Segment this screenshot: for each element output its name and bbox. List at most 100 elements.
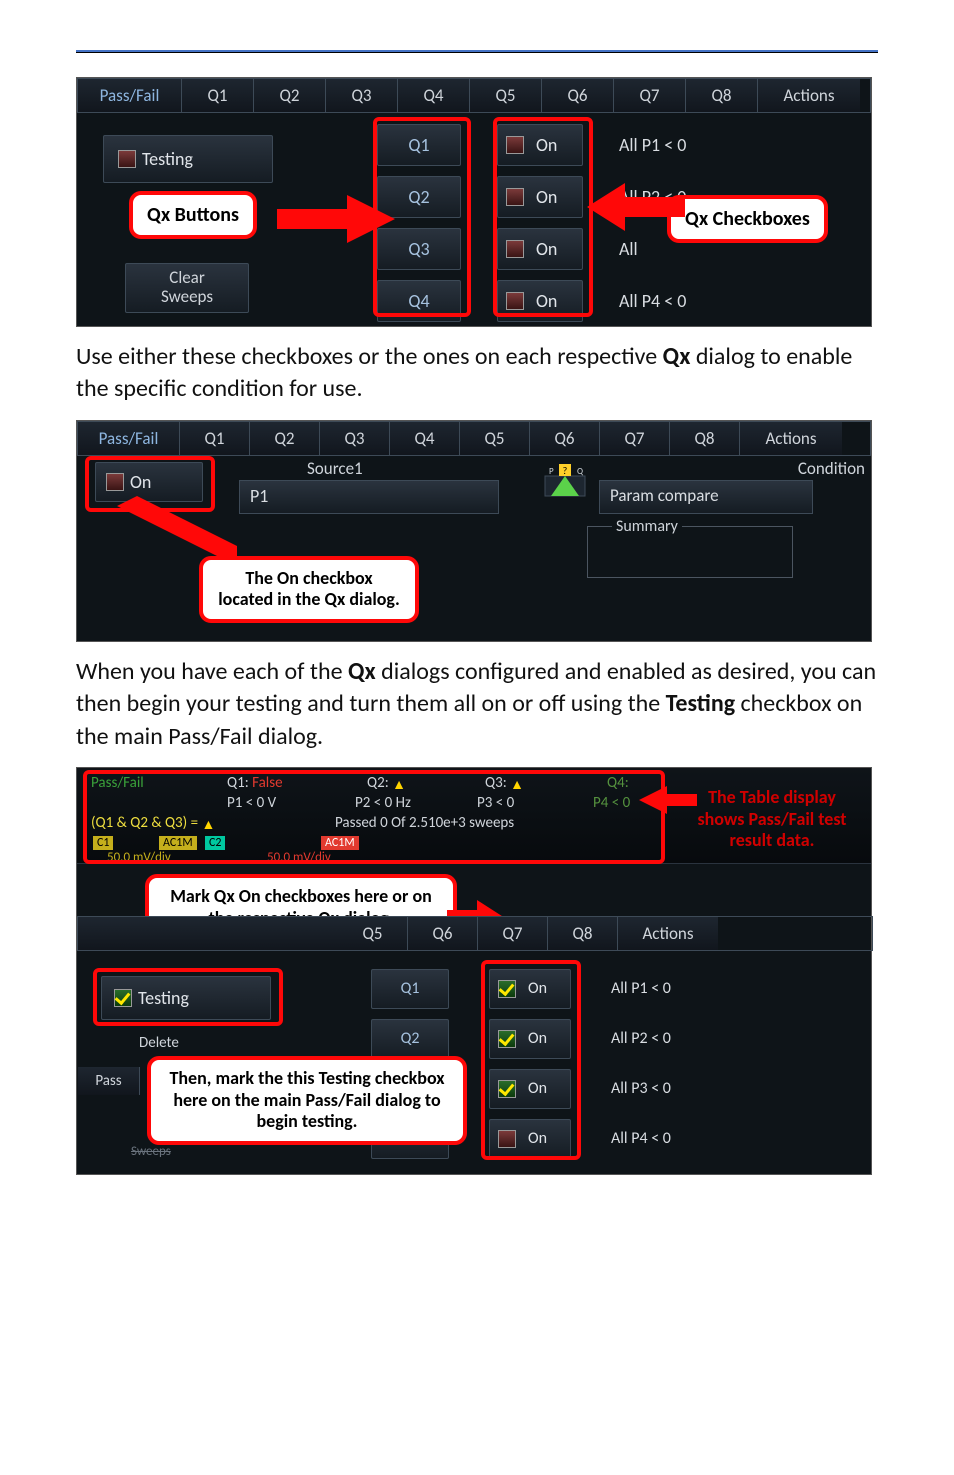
on-label: On [528,1029,547,1048]
q4-on-checkbox[interactable]: On [497,280,583,322]
svg-text:P: P [549,466,554,477]
source-label: Source1 [307,458,363,479]
q2-on-checkbox[interactable]: On [489,1019,571,1059]
on-label: On [536,290,557,312]
tab-q2[interactable]: Q2 [250,422,320,455]
tab-q6[interactable]: Q6 [542,79,614,112]
q1-on-checkbox[interactable]: On [489,969,571,1009]
checkbox-icon [498,1080,516,1098]
sweeps-label: Sweeps [131,1144,171,1159]
tab-q6[interactable]: Q6 [530,422,600,455]
tab-passfail[interactable]: Pass/Fail [78,79,182,112]
q2-label: Q2: [367,774,406,792]
warning-icon [510,776,524,790]
text: When you have each of the [76,657,348,686]
testing-checkbox[interactable]: Testing [103,135,273,183]
testing-checkbox[interactable]: Testing [101,976,271,1020]
tab-q7[interactable]: Q7 [600,422,670,455]
p2-cond: P2 < 0 Hz [355,794,411,812]
q3-on-checkbox[interactable]: On [489,1069,571,1109]
tab-q6[interactable]: Q6 [408,917,478,950]
tab-bar: Pass/Fail Q1 Q2 Q3 Q4 Q5 Q6 Q7 Q8 Action… [77,78,871,113]
condition-label: Condition [798,458,865,479]
on-checkbox[interactable]: On [95,462,203,502]
condition-value[interactable]: Param compare [599,480,813,514]
checkbox-icon [506,188,524,206]
passfail-main-panel: Pass/Fail Q1 Q2 Q3 Q4 Q5 Q6 Q7 Q8 Action… [76,77,872,327]
q3-on-checkbox[interactable]: On [497,228,583,270]
clear-line2: Sweeps [126,288,248,307]
summary-groupbox: Summary [587,526,793,578]
callout-table-display: The Table display shows Pass/Fail test r… [673,776,871,863]
tab-q4[interactable]: Q4 [390,422,460,455]
tab-q1[interactable]: Q1 [182,79,254,112]
checkbox-icon [498,1130,516,1148]
passfail-result-panel: Pass/Fail Q1: False Q2: Q3: Q4: P1 < 0 V… [76,767,872,1175]
tab-q7[interactable]: Q7 [614,79,686,112]
tab-q3[interactable]: Q3 [326,79,398,112]
on-label: On [536,134,557,156]
passfail-label: Pass/Fail [91,774,144,792]
tab-actions[interactable]: Actions [740,422,842,455]
tab-q7[interactable]: Q7 [478,917,548,950]
tab-q1[interactable]: Q1 [180,422,250,455]
text-bold: Qx [348,657,376,686]
q4-button[interactable]: Q4 [377,280,461,322]
tab-q8[interactable]: Q8 [548,917,618,950]
checkbox-icon [498,1030,516,1048]
tab-passfail[interactable]: Pass/Fail [78,422,180,455]
tab-q8[interactable]: Q8 [670,422,740,455]
passed-label: Passed 0 Of 2.510e+3 sweeps [335,814,514,832]
clear-sweeps-button[interactable]: Clear Sweeps [125,263,249,313]
q1-on-checkbox[interactable]: On [497,124,583,166]
expr-label: (Q1 & Q2 & Q3) = [91,814,215,832]
p4-cond: P4 < 0 [593,794,630,812]
tab-actions[interactable]: Actions [618,917,718,950]
svg-text:?: ? [563,464,568,477]
source-value[interactable]: P1 [239,480,499,514]
checkbox-icon [118,150,136,168]
q1-button[interactable]: Q1 [377,124,461,166]
q3-button[interactable]: Q3 [377,228,461,270]
callout-testing: Then, mark the this Testing checkbox her… [147,1056,467,1145]
param-compare-icon: ? P Q [543,460,587,504]
q2-button[interactable]: Q2 [371,1019,449,1059]
q2-button[interactable]: Q2 [377,176,461,218]
tab-q2[interactable]: Q2 [254,79,326,112]
checkbox-icon [506,240,524,258]
checkbox-icon [114,989,132,1007]
paragraph-1: Use either these checkboxes or the ones … [76,341,878,406]
tab-q5[interactable]: Q5 [338,917,408,950]
paragraph-2: When you have each of the Qx dialogs con… [76,656,878,753]
warning-icon [392,776,406,790]
on-label: On [130,471,151,493]
on-label: On [536,238,557,260]
tab-actions[interactable]: Actions [758,79,860,112]
q2-on-checkbox[interactable]: On [497,176,583,218]
p3-cond: P3 < 0 [477,794,514,812]
q4-on-checkbox[interactable]: On [489,1119,571,1159]
warning-icon [201,816,215,830]
ac1m-badge: AC1M [159,836,197,850]
tab-q4[interactable]: Q4 [398,79,470,112]
tab-hidden [78,917,338,950]
q2-condition: All P2 < 0 [611,1019,671,1059]
delete-label: Delete [139,1034,179,1052]
callout-qx-buttons: Qx Buttons [129,191,257,239]
q1-label: Q1: False [227,774,283,792]
q1-button[interactable]: Q1 [371,969,449,1009]
q1-condition: All P1 < 0 [619,124,686,166]
on-label: On [528,979,547,998]
tab-q3[interactable]: Q3 [320,422,390,455]
channel-c2-badge: C2 [205,836,225,850]
tab-q8[interactable]: Q8 [686,79,758,112]
checkbox-icon [106,473,124,491]
checkbox-icon [506,136,524,154]
line1: The Table display [690,787,854,809]
checkbox-icon [506,292,524,310]
ac1m-badge: AC1M [321,836,359,850]
qx-grid: Q1 On All P1 < 0 Q2 On All P2 < 0 Q3 On … [377,119,686,327]
tab-q5[interactable]: Q5 [470,79,542,112]
q3-label: Q3: [485,774,524,792]
tab-q5[interactable]: Q5 [460,422,530,455]
